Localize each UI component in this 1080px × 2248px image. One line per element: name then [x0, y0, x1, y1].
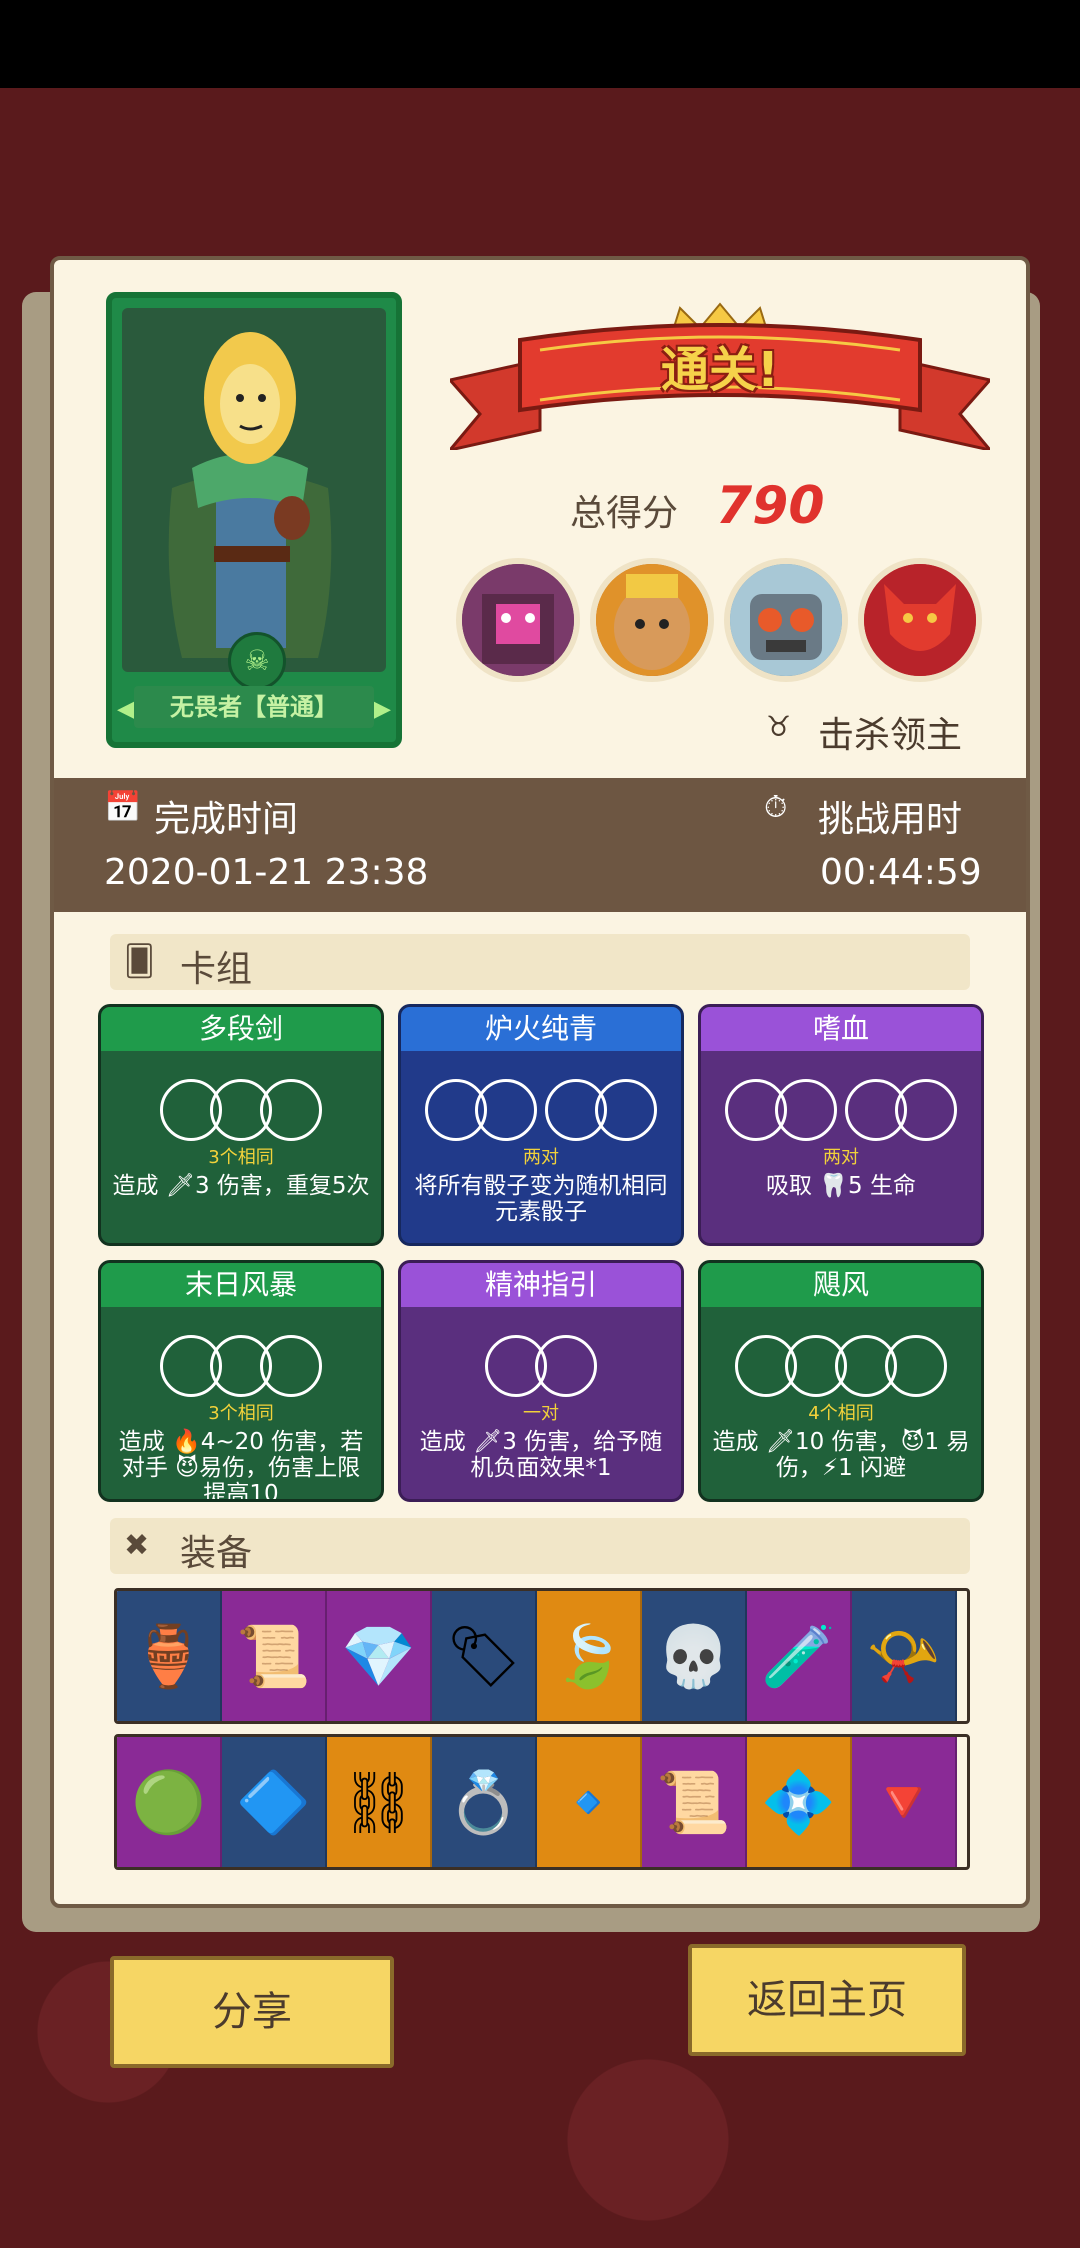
time-bar: 📅 完成时间 2020-01-21 23:38 ⏱ 挑战用时 00:44:59 — [54, 778, 1026, 912]
boss-portrait-4[interactable] — [858, 558, 982, 682]
dice-slots — [701, 1079, 981, 1143]
card-description: 造成 🗡10 伤害，😈1 易伤，⚡1 闪避 — [712, 1429, 970, 1481]
dice-slot — [775, 1079, 837, 1141]
boss-portrait-1[interactable] — [456, 558, 580, 682]
card-title-banner: 炉火纯青 — [401, 1007, 681, 1051]
dice-slot — [475, 1079, 537, 1141]
card-title: 末日风暴 — [184, 1268, 297, 1301]
calendar-icon: 📅 — [104, 790, 142, 825]
card-requirement: 3个相同 — [208, 1403, 274, 1424]
score-row: 总得分 790 — [560, 476, 900, 536]
card-description: 造成 🗡3 伤害，给予随机负面效果*1 — [419, 1429, 663, 1481]
deck-section-header: 🂠 卡组 — [110, 934, 970, 990]
challenge-time-label: 挑战用时 — [818, 799, 963, 840]
status-bar — [0, 0, 1080, 88]
skull-icon[interactable]: 💀 — [642, 1591, 747, 1721]
crystal-ball-icon[interactable]: 🔷 — [222, 1737, 327, 1867]
card-title: 飓风 — [812, 1268, 869, 1301]
amulet-icon[interactable]: 🔻 — [852, 1737, 957, 1867]
blue-crystal-icon[interactable]: 🔹 — [537, 1737, 642, 1867]
green-stone-icon[interactable]: 🟢 — [117, 1737, 222, 1867]
equipment-section-header: ✖ 装备 — [110, 1518, 970, 1574]
clear-title: 通关! — [661, 342, 779, 398]
card-description: 将所有骰子变为随机相同元素骰子 — [414, 1173, 668, 1225]
dice-slots — [401, 1335, 681, 1399]
hero-portrait — [168, 332, 332, 658]
equipment-label: 装备 — [180, 1533, 253, 1574]
dice-slot — [535, 1335, 597, 1397]
dice-slot — [260, 1335, 322, 1397]
deck-card[interactable]: 多段剑 3个相同造成 🗡3 伤害，重复5次 — [98, 1004, 384, 1246]
potion-icon[interactable]: 🧪 — [747, 1591, 852, 1721]
horned-skull-icon: ♉ — [766, 710, 792, 743]
deck-label: 卡组 — [180, 949, 253, 990]
cards-icon: 🂠 — [124, 944, 155, 979]
boss-portrait-2[interactable] — [590, 558, 714, 682]
return-home-button[interactable]: 返回主页 — [688, 1944, 966, 2056]
dice-slot — [885, 1335, 947, 1397]
card-requirement: 3个相同 — [208, 1147, 274, 1168]
share-button[interactable]: 分享 — [110, 1956, 394, 2068]
card-title: 嗜血 — [812, 1012, 869, 1045]
card-title: 炉火纯青 — [484, 1012, 597, 1045]
horn-icon[interactable]: 📯 — [852, 1591, 957, 1721]
stopwatch-icon: ⏱ — [764, 790, 788, 825]
finish-time-value: 2020-01-21 23:38 — [104, 852, 429, 893]
diamond-icon[interactable]: 💠 — [747, 1737, 852, 1867]
leaf-gem-icon[interactable]: 🍃 — [537, 1591, 642, 1721]
boss-kill-label: 击杀领主 — [818, 715, 963, 756]
equipment-row-2: 🟢 🔷 ⛓ 💍 🔹 📜 💠 🔻 — [114, 1734, 970, 1870]
dice-slot — [595, 1079, 657, 1141]
bone-icon: ✖ — [124, 1528, 150, 1563]
dice-slots — [401, 1079, 681, 1143]
chain-icon[interactable]: ⛓ — [327, 1737, 432, 1867]
hero-card[interactable]: ☠ ◀ ▶ 无畏者【普通】 — [106, 292, 402, 748]
deck-card[interactable]: 末日风暴 3个相同造成 🔥4~20 伤害，若对手 😈易伤，伤害上限提高10 — [98, 1260, 384, 1502]
card-title-banner: 飓风 — [701, 1263, 981, 1307]
dice-slot — [260, 1079, 322, 1141]
card-description: 吸取 🦷5 生命 — [766, 1173, 916, 1199]
card-requirement: 两对 — [823, 1147, 859, 1168]
boss-portrait-3[interactable] — [724, 558, 848, 682]
dice-slots — [101, 1335, 381, 1399]
deck-card[interactable]: 炉火纯青两对将所有骰子变为随机相同元素骰子 — [398, 1004, 684, 1246]
card-title-banner: 嗜血 — [701, 1007, 981, 1051]
deck-card[interactable]: 嗜血两对吸取 🦷5 生命 — [698, 1004, 984, 1246]
dice-slots — [701, 1335, 981, 1399]
card-title: 多段剑 — [198, 1012, 283, 1045]
talisman-icon[interactable]: 🏷 — [432, 1591, 537, 1721]
challenge-time-value: 00:44:59 — [820, 852, 982, 893]
equipment-row-1: 🏺 📜 💎 🏷 🍃 💀 🧪 📯 — [114, 1588, 970, 1724]
card-description: 造成 🔥4~20 伤害，若对手 😈易伤，伤害上限提高10 — [118, 1429, 364, 1502]
card-requirement: 一对 — [523, 1403, 559, 1424]
jar-icon[interactable]: 🏺 — [117, 1591, 222, 1721]
card-requirement: 4个相同 — [808, 1403, 874, 1424]
dice-slots — [101, 1079, 381, 1143]
deck-card[interactable]: 精神指引一对造成 🗡3 伤害，给予随机负面效果*1 — [398, 1260, 684, 1502]
card-description: 造成 🗡3 伤害，重复5次 — [112, 1173, 370, 1199]
card-title: 精神指引 — [484, 1268, 597, 1301]
skull-badge-icon: ☠ — [228, 632, 286, 690]
card-requirement: 两对 — [523, 1147, 559, 1168]
deck-card[interactable]: 飓风 4个相同造成 🗡10 伤害，😈1 易伤，⚡1 闪避 — [698, 1260, 984, 1502]
card-title-banner: 多段剑 — [101, 1007, 381, 1051]
finish-time-label: 完成时间 — [154, 799, 299, 840]
scroll-icon[interactable]: 📜 — [222, 1591, 327, 1721]
score-value: 790 — [716, 476, 825, 536]
scroll2-icon[interactable]: 📜 — [642, 1737, 747, 1867]
dice-slot — [895, 1079, 957, 1141]
hero-name: 无畏者【普通】 — [134, 686, 374, 728]
card-title-banner: 精神指引 — [401, 1263, 681, 1307]
ruby-icon[interactable]: 💎 — [327, 1591, 432, 1721]
score-label: 总得分 — [570, 493, 679, 534]
card-title-banner: 末日风暴 — [101, 1263, 381, 1307]
ring-icon[interactable]: 💍 — [432, 1737, 537, 1867]
